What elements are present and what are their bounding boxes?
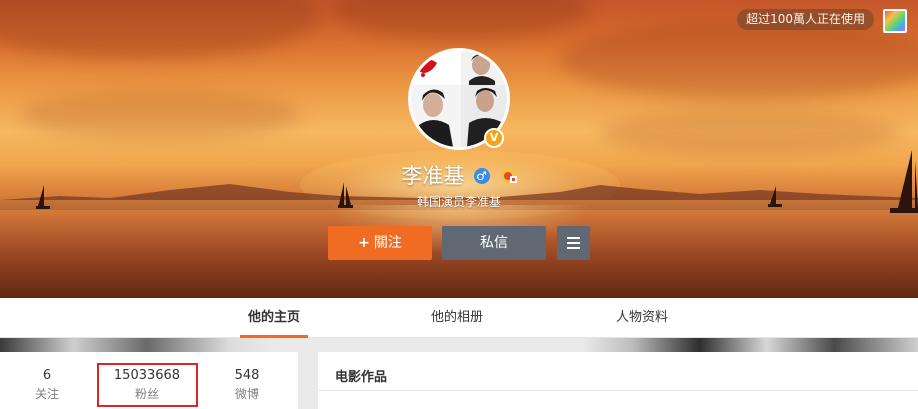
follow-button[interactable]: + 關注 bbox=[328, 226, 432, 260]
tab-home[interactable]: 他的主页 bbox=[239, 298, 309, 338]
films-panel: 电影作品 bbox=[318, 352, 918, 409]
male-icon: ♂ bbox=[473, 168, 490, 184]
vip-icon[interactable] bbox=[499, 168, 517, 184]
users-count-badge: 超过100萬人正在使用 bbox=[737, 9, 874, 30]
skin-icon[interactable] bbox=[883, 9, 907, 33]
photo-strip-right bbox=[582, 338, 918, 352]
divider bbox=[318, 390, 918, 391]
followers-highlight-box bbox=[97, 363, 198, 407]
stat-following[interactable]: 6 关注 bbox=[2, 368, 92, 404]
profile-name-row: 李准基 ♂ bbox=[0, 161, 918, 191]
following-label: 关注 bbox=[34, 387, 59, 401]
profile-tabs: 他的主页 他的相册 人物资料 bbox=[0, 298, 918, 338]
films-panel-title: 电影作品 bbox=[335, 370, 388, 385]
following-count: 6 bbox=[42, 368, 52, 383]
menu-icon bbox=[567, 237, 580, 249]
more-menu-button[interactable] bbox=[557, 226, 590, 260]
stat-posts[interactable]: 548 微博 bbox=[202, 368, 292, 404]
tab-albums[interactable]: 他的相册 bbox=[431, 298, 483, 338]
profile-name: 李准基 bbox=[401, 164, 465, 188]
tab-profile-info[interactable]: 人物资料 bbox=[616, 298, 668, 338]
profile-page: 超过100萬人正在使用 V 李准基 ♂ 韩国演员李准基 + 關注 私信 他的主页… bbox=[0, 0, 918, 409]
profile-description: 韩国演员李准基 bbox=[416, 195, 501, 209]
message-button[interactable]: 私信 bbox=[442, 226, 546, 260]
posts-label: 微博 bbox=[234, 387, 259, 401]
follow-label: 關注 bbox=[373, 235, 402, 251]
plus-icon: + bbox=[358, 235, 370, 251]
posts-count: 548 bbox=[234, 368, 260, 383]
cover-banner: 超过100萬人正在使用 V 李准基 ♂ 韩国演员李准基 + 關注 私信 bbox=[0, 0, 918, 298]
verified-badge-icon: V bbox=[484, 128, 504, 148]
